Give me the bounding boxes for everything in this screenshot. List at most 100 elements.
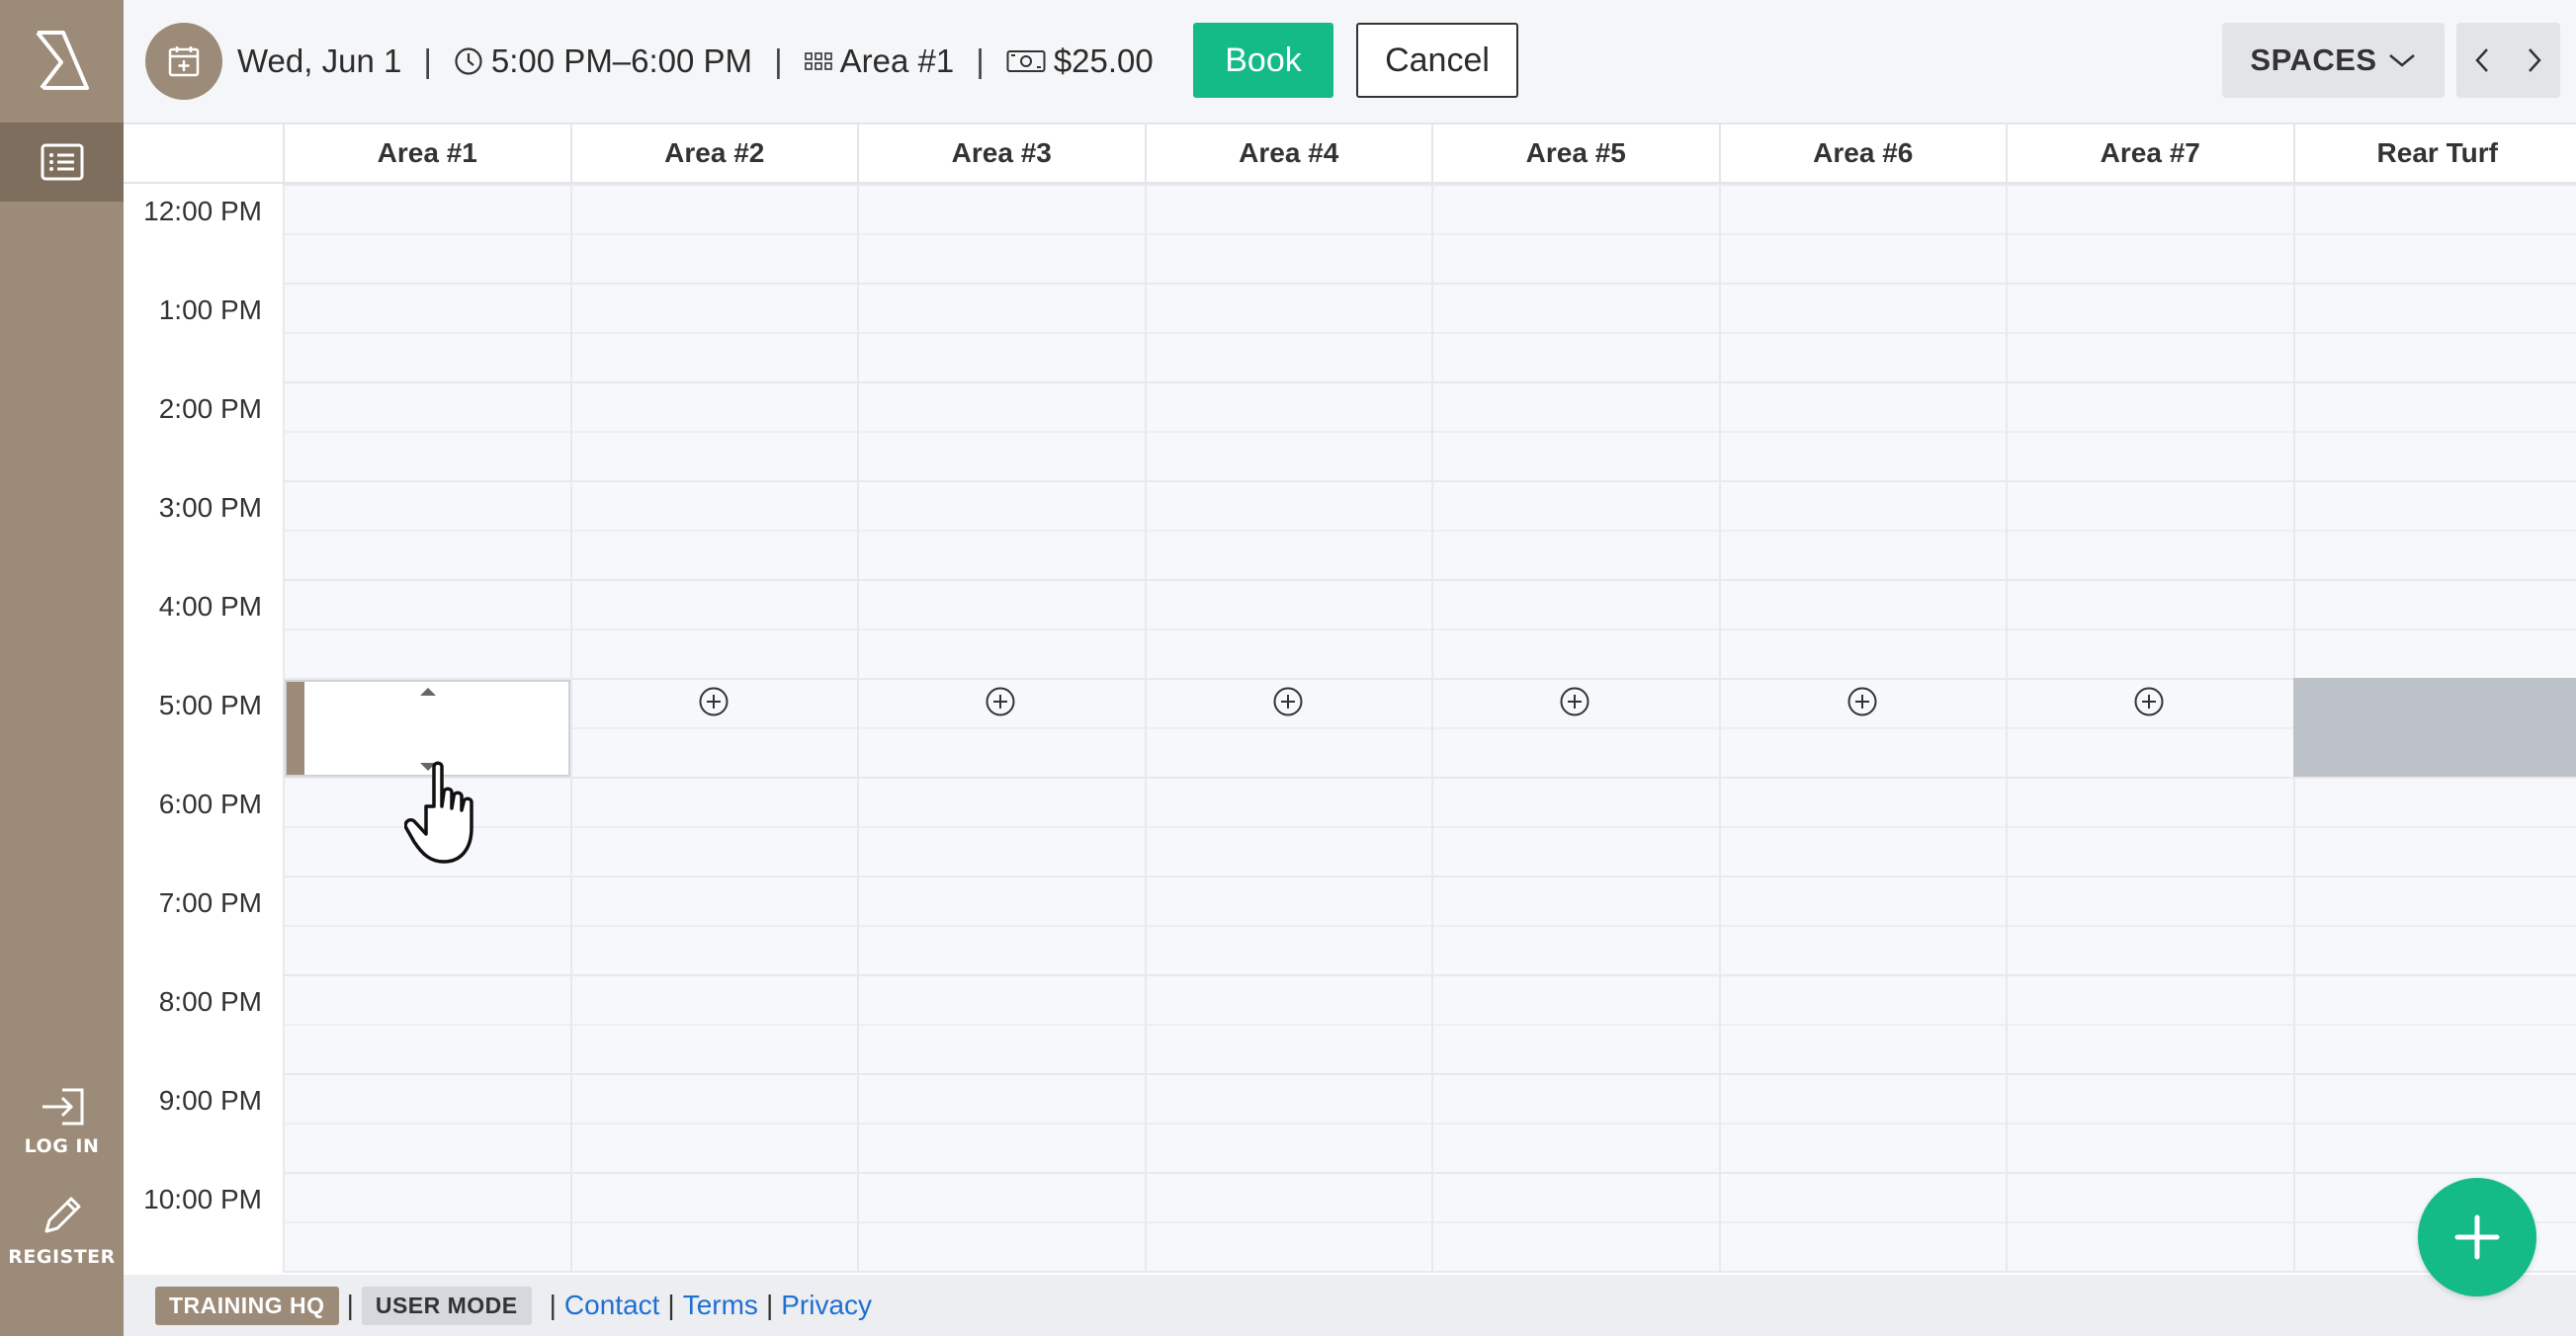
time-label: 12:00 PM	[143, 196, 262, 226]
time-label: 1:00 PM	[158, 294, 262, 325]
half-hour-line	[283, 826, 2576, 828]
column-line	[569, 184, 572, 1273]
add-circle-icon[interactable]	[1559, 686, 1590, 717]
footer: TRAINING HQ | USER MODE | Contact | Term…	[124, 1275, 2576, 1336]
privacy-link[interactable]: Privacy	[781, 1290, 872, 1321]
date-navigation	[2456, 23, 2560, 98]
add-circle-icon[interactable]	[1846, 686, 1878, 717]
separator: |	[423, 42, 432, 79]
hour-line	[283, 1172, 2576, 1174]
spaces-dropdown[interactable]: SPACES	[2222, 23, 2445, 98]
time-label: 3:00 PM	[158, 492, 262, 523]
hour-line	[283, 1073, 2576, 1075]
selection-accent-bar	[287, 682, 304, 775]
resize-up-handle[interactable]	[418, 686, 438, 698]
sidebar: LOG IN REGISTER	[0, 0, 124, 1336]
column-header: Area #1	[283, 125, 570, 182]
add-circle-icon[interactable]	[698, 686, 730, 717]
contact-link[interactable]: Contact	[564, 1290, 660, 1321]
time-label: 7:00 PM	[158, 887, 262, 918]
booking-summary: Wed, Jun 1 | 5:00 PM–6:00 PM | Area #1 |…	[237, 36, 1154, 87]
time-slots	[283, 184, 2576, 1273]
half-hour-line	[283, 1221, 2576, 1223]
column-header: Area #5	[1431, 125, 1719, 182]
register-button[interactable]: REGISTER	[0, 1194, 124, 1268]
hour-line	[283, 579, 2576, 581]
column-header: Area #2	[569, 125, 858, 182]
booking-date: Wed, Jun 1	[237, 42, 402, 79]
column-line	[1718, 184, 1721, 1273]
cancel-button[interactable]: Cancel	[1356, 23, 1518, 98]
org-badge[interactable]: TRAINING HQ	[155, 1286, 339, 1325]
add-circle-icon[interactable]	[1272, 686, 1304, 717]
separator: |	[765, 1290, 774, 1320]
column-header: Rear Turf	[2292, 125, 2576, 182]
column-header: Area #3	[857, 125, 1145, 182]
sidebar-item-schedule[interactable]	[0, 123, 124, 202]
hour-line	[283, 1271, 2576, 1273]
column-header: Area #7	[2006, 125, 2293, 182]
half-hour-line	[283, 727, 2576, 729]
chevron-right-icon[interactable]	[2525, 45, 2544, 75]
unavailable-slot	[2292, 678, 2576, 777]
hour-line	[283, 777, 2576, 779]
time-label: 2:00 PM	[158, 393, 262, 424]
add-circle-icon[interactable]	[2133, 686, 2165, 717]
separator: |	[667, 1290, 675, 1320]
half-hour-line	[283, 628, 2576, 630]
column-line	[857, 184, 859, 1273]
login-button[interactable]: LOG IN	[0, 1087, 124, 1157]
half-hour-line	[283, 332, 2576, 334]
schedule-grid: 12:00 PM 1:00 PM 2:00 PM 3:00 PM 4:00 PM 5:00…	[124, 184, 2576, 1273]
column-header-row: Area #1 Area #2 Area #3 Area #4 Area #5 Area …	[124, 125, 2576, 184]
hour-line	[283, 381, 2576, 383]
hour-line	[283, 184, 2576, 186]
terms-link[interactable]: Terms	[683, 1290, 758, 1321]
time-label: 4:00 PM	[158, 591, 262, 622]
hour-line	[283, 876, 2576, 877]
hour-line	[283, 283, 2576, 285]
booking-price: $25.00	[1053, 42, 1154, 79]
chevron-down-icon	[2388, 54, 2415, 67]
add-booking-button[interactable]	[2418, 1178, 2536, 1296]
pencil-icon	[44, 1197, 80, 1233]
cash-icon	[1006, 48, 1046, 74]
column-header: Area #6	[1718, 125, 2007, 182]
calendar-add-icon	[168, 46, 200, 77]
column-header: Area #4	[1144, 125, 1432, 182]
column-line	[2006, 184, 2008, 1273]
column-line	[1431, 184, 1433, 1273]
time-label: 6:00 PM	[158, 789, 262, 819]
half-hour-line	[283, 1024, 2576, 1026]
separator: |	[774, 42, 783, 79]
hour-line	[283, 974, 2576, 976]
clock-icon	[454, 46, 483, 76]
grid-icon	[804, 52, 832, 70]
separator: |	[549, 1290, 557, 1320]
booking-area: Area #1	[839, 42, 955, 79]
separator: |	[976, 42, 985, 79]
plus-icon	[2454, 1214, 2500, 1260]
login-icon	[42, 1088, 83, 1126]
half-hour-line	[283, 431, 2576, 433]
hand-cursor-icon	[404, 761, 473, 864]
half-hour-line	[283, 1123, 2576, 1125]
time-label: 8:00 PM	[158, 986, 262, 1017]
hour-line	[283, 678, 2576, 680]
app-logo-icon	[35, 31, 89, 90]
register-label: REGISTER	[8, 1246, 116, 1268]
time-label: 10:00 PM	[143, 1184, 262, 1214]
time-label: 9:00 PM	[158, 1085, 262, 1116]
app-logo[interactable]	[0, 0, 124, 121]
calendar-button[interactable]	[145, 23, 222, 100]
chevron-left-icon[interactable]	[2472, 45, 2492, 75]
half-hour-line	[283, 530, 2576, 532]
separator: |	[346, 1290, 354, 1320]
time-column: 12:00 PM 1:00 PM 2:00 PM 3:00 PM 4:00 PM 5:00…	[124, 184, 283, 1273]
booking-time-range: 5:00 PM–6:00 PM	[490, 42, 753, 79]
add-circle-icon[interactable]	[985, 686, 1016, 717]
mode-badge: USER MODE	[361, 1286, 532, 1325]
book-button[interactable]: Book	[1193, 23, 1333, 98]
list-icon	[41, 143, 83, 181]
login-label: LOG IN	[24, 1135, 100, 1157]
